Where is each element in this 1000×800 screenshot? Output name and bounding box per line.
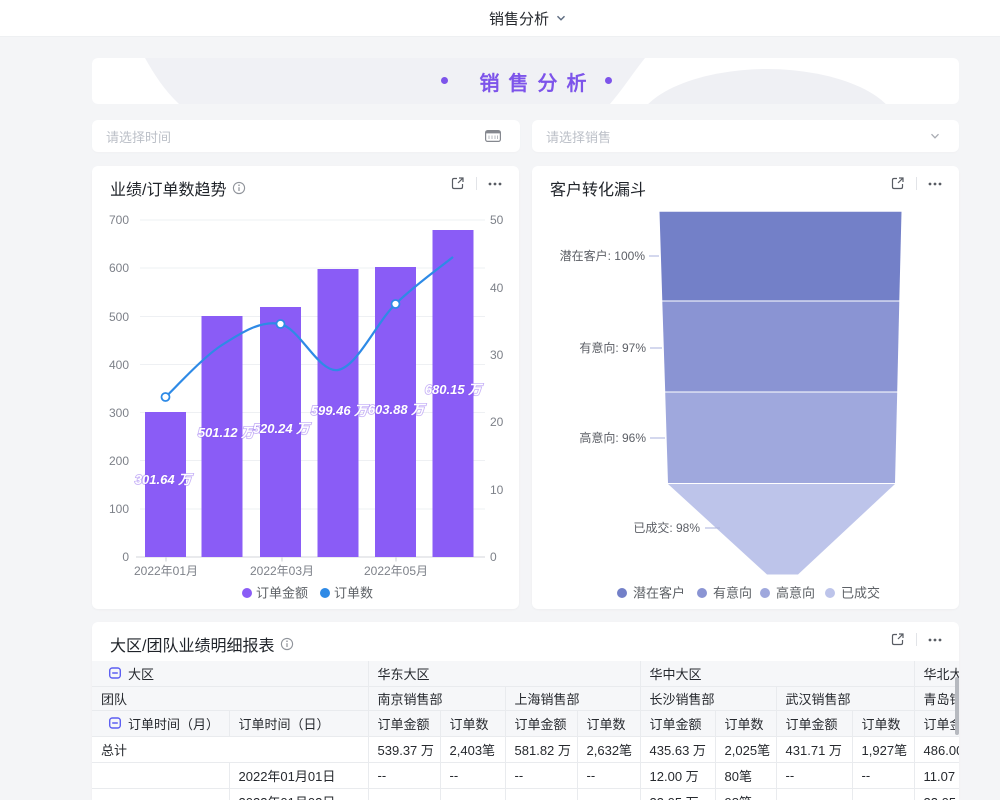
svg-text:700: 700 bbox=[109, 213, 129, 227]
svg-text:30: 30 bbox=[490, 348, 504, 362]
svg-text:100: 100 bbox=[109, 502, 129, 516]
svg-text:2022年05月: 2022年05月 bbox=[364, 564, 428, 578]
svg-text:0: 0 bbox=[122, 550, 129, 564]
svg-text:10: 10 bbox=[490, 483, 504, 497]
svg-text:订单金额: 订单金额 bbox=[256, 586, 308, 601]
svg-text:599.46 万: 599.46 万 bbox=[311, 403, 370, 418]
svg-text:0: 0 bbox=[490, 550, 497, 564]
svg-text:订单数: 订单数 bbox=[334, 586, 373, 601]
svg-text:200: 200 bbox=[109, 454, 129, 468]
svg-text:潜在客户: 100%: 潜在客户: 100% bbox=[560, 248, 646, 263]
svg-text:已成交: 98%: 已成交: 98% bbox=[633, 520, 700, 535]
svg-text:高意向: 高意向 bbox=[776, 586, 815, 601]
svg-text:2022年03月: 2022年03月 bbox=[250, 564, 314, 578]
svg-text:600: 600 bbox=[109, 261, 129, 275]
svg-text:300: 300 bbox=[109, 406, 129, 420]
svg-text:500: 500 bbox=[109, 310, 129, 324]
svg-text:680.15 万: 680.15 万 bbox=[425, 382, 484, 397]
svg-text:有意向: 有意向 bbox=[713, 586, 752, 601]
svg-text:520.24 万: 520.24 万 bbox=[253, 421, 312, 436]
svg-text:40: 40 bbox=[490, 281, 504, 295]
svg-text:603.88 万: 603.88 万 bbox=[368, 402, 427, 417]
svg-text:已成交: 已成交 bbox=[841, 586, 880, 601]
svg-text:20: 20 bbox=[490, 415, 504, 429]
svg-text:潜在客户: 潜在客户 bbox=[633, 586, 685, 601]
svg-text:400: 400 bbox=[109, 358, 129, 372]
svg-text:50: 50 bbox=[490, 213, 504, 227]
svg-text:2022年01月: 2022年01月 bbox=[134, 564, 198, 578]
svg-text:501.12 万: 501.12 万 bbox=[198, 425, 257, 440]
svg-text:301.64 万: 301.64 万 bbox=[135, 472, 194, 487]
svg-text:有意向: 97%: 有意向: 97% bbox=[579, 340, 646, 355]
svg-text:高意向: 96%: 高意向: 96% bbox=[579, 430, 646, 445]
